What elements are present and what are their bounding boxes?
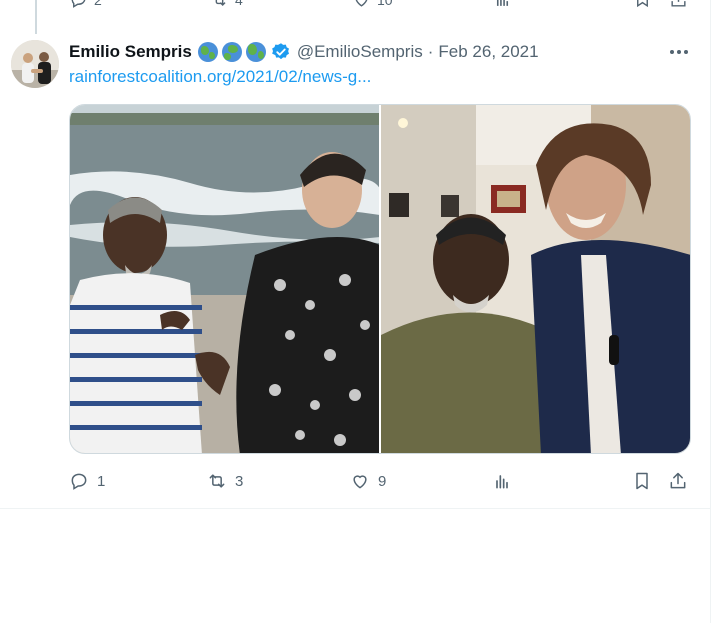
- author-avatar[interactable]: [11, 40, 59, 88]
- retweet-icon: [215, 0, 226, 7]
- share-icon: [670, 472, 686, 489]
- prev-share-button[interactable]: [669, 0, 688, 9]
- tweet-media-grid: [69, 104, 691, 454]
- tweet-actions: 1 3 9: [69, 471, 691, 493]
- globe-americas-icon: [197, 42, 218, 62]
- prev-retweet-count: 4: [235, 0, 243, 8]
- reply-count: 1: [97, 472, 106, 490]
- prev-views-button[interactable]: [493, 0, 512, 9]
- tweet-link[interactable]: rainforestcoalition.org/2021/02/news-g..…: [69, 67, 371, 87]
- beach-photo[interactable]: [70, 105, 379, 453]
- views-button[interactable]: [492, 471, 512, 491]
- share-icon: [671, 0, 686, 7]
- like-count: 9: [378, 472, 387, 490]
- reply-icon: [71, 0, 86, 8]
- reply-icon: [71, 473, 87, 490]
- prev-like-count: 10: [377, 0, 393, 8]
- indoor-photo[interactable]: [381, 105, 690, 453]
- retweet-count: 3: [235, 472, 244, 490]
- more-options-icon[interactable]: [668, 42, 690, 62]
- views-icon: [496, 0, 509, 6]
- retweet-button[interactable]: 3: [207, 471, 243, 491]
- tweet-header: Emilio Sempris @EmilioSempris · Feb 26, …: [69, 40, 539, 64]
- prev-bookmark-button[interactable]: [633, 0, 652, 9]
- views-icon: [496, 475, 508, 489]
- indoor-photo-image: [381, 105, 690, 453]
- avatar-photo: [11, 40, 59, 88]
- prev-retweet-button[interactable]: 4: [210, 0, 243, 9]
- heart-icon: [353, 475, 367, 489]
- author-handle[interactable]: @EmilioSempris: [297, 42, 423, 62]
- globe-asia-icon: [245, 42, 266, 62]
- bookmark-icon: [637, 0, 648, 8]
- like-button[interactable]: 9: [350, 471, 386, 491]
- prev-reply-button[interactable]: 2: [69, 0, 102, 9]
- verified-badge-icon[interactable]: [271, 42, 291, 62]
- bookmark-icon: [636, 472, 648, 490]
- prev-reply-count: 2: [94, 0, 102, 8]
- previous-tweet-actions: 2 4 10: [0, 0, 725, 10]
- header-separator: ·: [427, 42, 434, 61]
- tweet-date[interactable]: Feb 26, 2021: [438, 42, 538, 62]
- retweet-icon: [209, 474, 225, 488]
- bookmark-button[interactable]: [632, 471, 652, 491]
- prev-like-button[interactable]: 10: [352, 0, 393, 9]
- share-button[interactable]: [668, 471, 688, 491]
- globe-africa-icon: [221, 42, 242, 62]
- tweet-divider: [0, 508, 711, 509]
- heart-icon: [355, 0, 368, 7]
- author-name[interactable]: Emilio Sempris: [69, 42, 192, 62]
- reply-button[interactable]: 1: [69, 471, 105, 491]
- timeline-column-border: [710, 0, 711, 623]
- beach-photo-image: [70, 105, 379, 453]
